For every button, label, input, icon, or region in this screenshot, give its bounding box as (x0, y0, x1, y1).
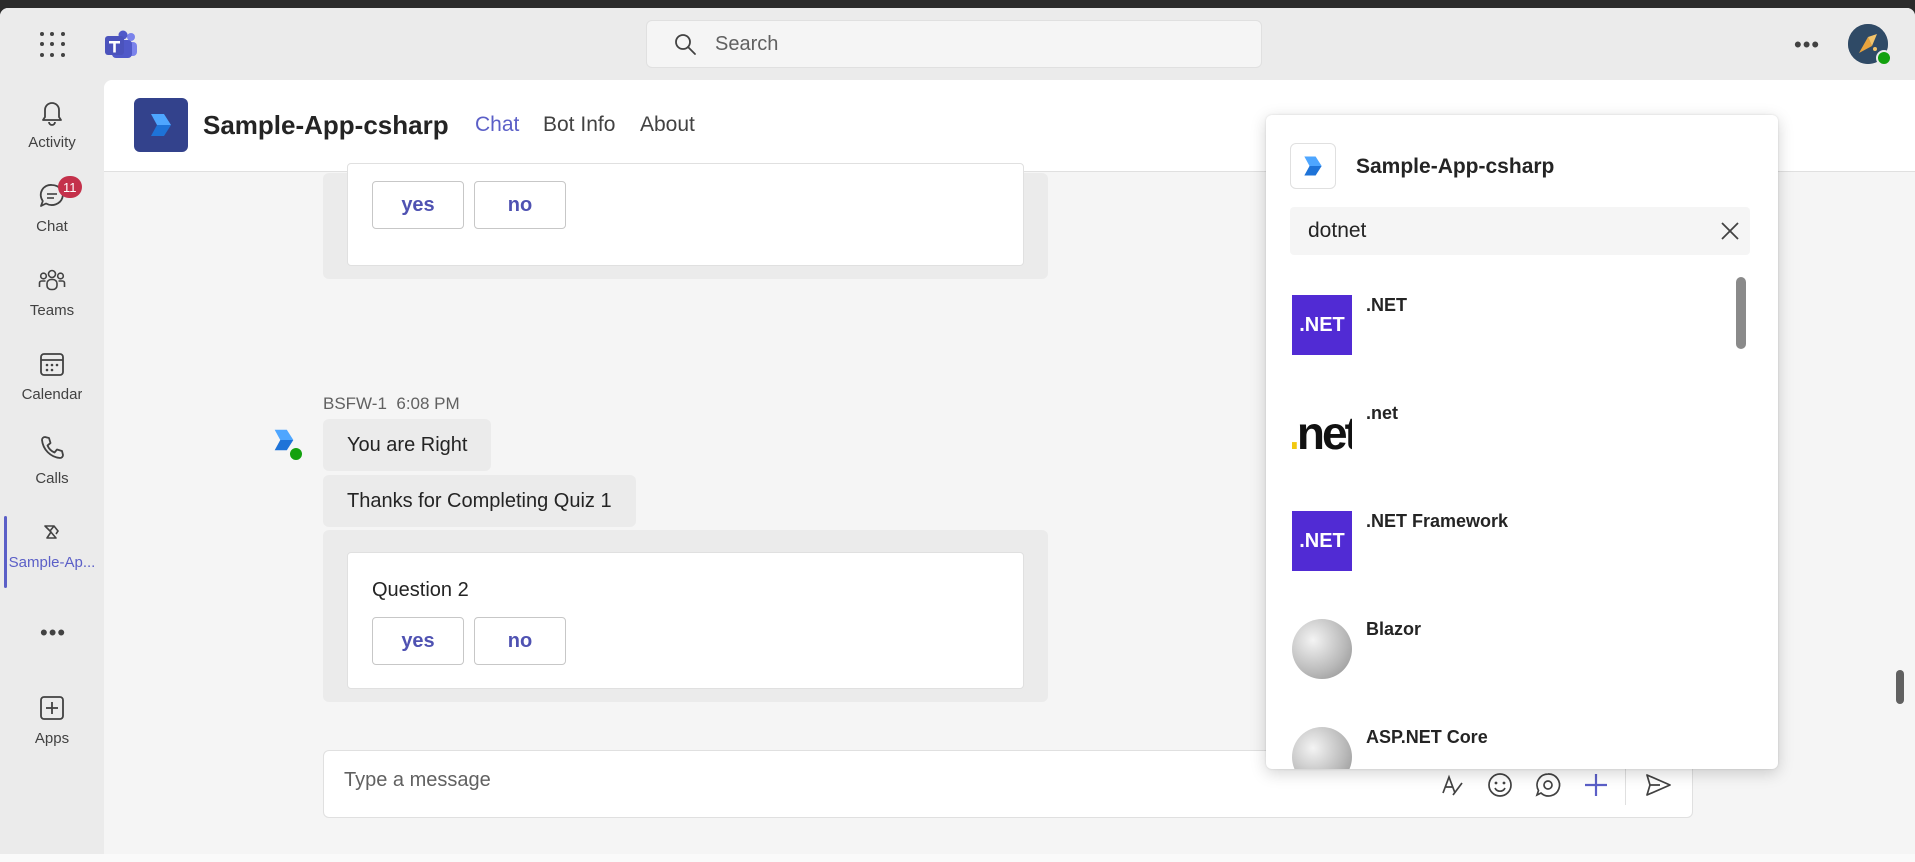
app-launcher-icon[interactable] (40, 32, 66, 58)
rail-label: Teams (29, 302, 75, 319)
message-extension-popup: Sample-App-csharp .NET .NET .net .net .N… (1266, 115, 1778, 769)
yes-button[interactable]: yes (372, 181, 464, 229)
message-bubble: You are Right (323, 419, 492, 471)
result-item[interactable]: .net .net (1292, 383, 1732, 483)
rail-item-calls[interactable]: Calls (0, 424, 104, 504)
sender-name: BSFW-1 (323, 394, 387, 413)
result-name: ASP.NET Core (1366, 727, 1488, 747)
rail-label: Calendar (21, 386, 83, 403)
adaptive-card-container: yes no (323, 163, 1048, 279)
presence-available-icon (288, 446, 304, 462)
tab-bot-info[interactable]: Bot Info (543, 113, 615, 137)
separator (1625, 765, 1626, 805)
app-logo-icon (134, 98, 188, 152)
teams-logo-icon (105, 30, 137, 58)
adaptive-card: Question 2 yes no (347, 552, 1024, 689)
chat-scrollbar[interactable] (1896, 670, 1904, 704)
dotnet-logo-icon: .NET (1292, 511, 1352, 571)
app-icon (44, 525, 59, 539)
tab-chat[interactable]: Chat (475, 113, 519, 137)
rail-label: Sample-Ap... (8, 554, 96, 571)
unread-badge: 11 (58, 176, 82, 198)
rail-item-calendar[interactable]: Calendar (0, 340, 104, 420)
global-search[interactable] (646, 20, 1262, 68)
popup-search-input[interactable] (1308, 219, 1688, 243)
popup-search[interactable] (1290, 207, 1750, 255)
result-name: Blazor (1366, 619, 1422, 639)
add-icon[interactable] (1582, 771, 1610, 799)
result-item[interactable]: .NET .NET Framework (1292, 491, 1732, 591)
emoji-icon[interactable] (1486, 771, 1514, 799)
page-title: Sample-App-csharp (203, 110, 449, 140)
phone-icon (41, 436, 64, 459)
rail-label: Apps (34, 730, 70, 747)
close-icon[interactable] (1718, 219, 1742, 243)
result-name: .net (1366, 403, 1399, 423)
bell-icon (42, 102, 62, 126)
search-icon (675, 34, 696, 55)
wikipedia-globe-icon (1292, 727, 1352, 769)
message-time: 6:08 PM (396, 394, 460, 413)
loop-icon[interactable] (1534, 771, 1562, 799)
message-input[interactable] (344, 769, 1344, 792)
teams-window: ••• Activity 11 Chat Teams Cal (0, 8, 1915, 854)
yes-button[interactable]: yes (372, 617, 464, 665)
no-button[interactable]: no (474, 617, 566, 665)
rail-label: Calls (35, 470, 69, 487)
add-app-icon (40, 696, 64, 720)
more-options-icon[interactable]: ••• (1794, 32, 1820, 58)
result-item[interactable]: Blazor (1292, 599, 1732, 699)
message-meta: BSFW-1 6:08 PM (323, 394, 460, 414)
search-input[interactable] (715, 32, 1215, 56)
adaptive-card-container: Question 2 yes no (323, 530, 1048, 702)
rail-item-apps[interactable]: Apps (0, 684, 104, 764)
result-name: .NET Framework (1366, 511, 1509, 531)
format-icon[interactable] (1438, 771, 1466, 799)
dotnet-logo-icon: .NET (1292, 295, 1352, 355)
send-icon[interactable] (1644, 771, 1672, 799)
wikipedia-globe-icon (1292, 619, 1352, 679)
tab-about[interactable]: About (640, 113, 695, 137)
rail-label: Activity (28, 134, 76, 151)
message-bubble: Thanks for Completing Quiz 1 (323, 475, 636, 527)
more-apps-icon[interactable]: ••• (40, 620, 66, 646)
results-list: .NET .NET .net .net .NET .NET Framework … (1266, 275, 1746, 769)
rail-item-chat[interactable]: 11 Chat (0, 172, 104, 252)
adaptive-card: yes no (347, 163, 1024, 266)
avatar[interactable] (1848, 24, 1892, 66)
rail-label: Chat (36, 218, 68, 235)
dotnet-wordmark-icon: .net (1292, 407, 1352, 459)
result-name: .NET (1366, 295, 1408, 315)
bot-avatar[interactable] (270, 426, 304, 462)
results-scrollbar[interactable] (1736, 277, 1746, 349)
rail-item-teams[interactable]: Teams (0, 256, 104, 336)
question-text: Question 2 (372, 579, 469, 601)
top-bar: ••• (0, 8, 1915, 80)
result-item[interactable]: .NET .NET (1292, 275, 1732, 375)
popup-app-logo-icon (1290, 143, 1336, 189)
rail-item-sample-app[interactable]: Sample-Ap... (0, 508, 104, 588)
taskbar-edge (0, 854, 1915, 862)
presence-available-icon (1876, 50, 1892, 66)
calendar-icon (40, 353, 64, 376)
teams-icon (38, 269, 66, 291)
app-rail: Activity 11 Chat Teams Calendar Calls Sa… (0, 80, 104, 854)
popup-title: Sample-App-csharp (1356, 155, 1555, 178)
result-item[interactable]: ASP.NET Core (1292, 707, 1732, 769)
rail-item-activity[interactable]: Activity (0, 88, 104, 168)
no-button[interactable]: no (474, 181, 566, 229)
